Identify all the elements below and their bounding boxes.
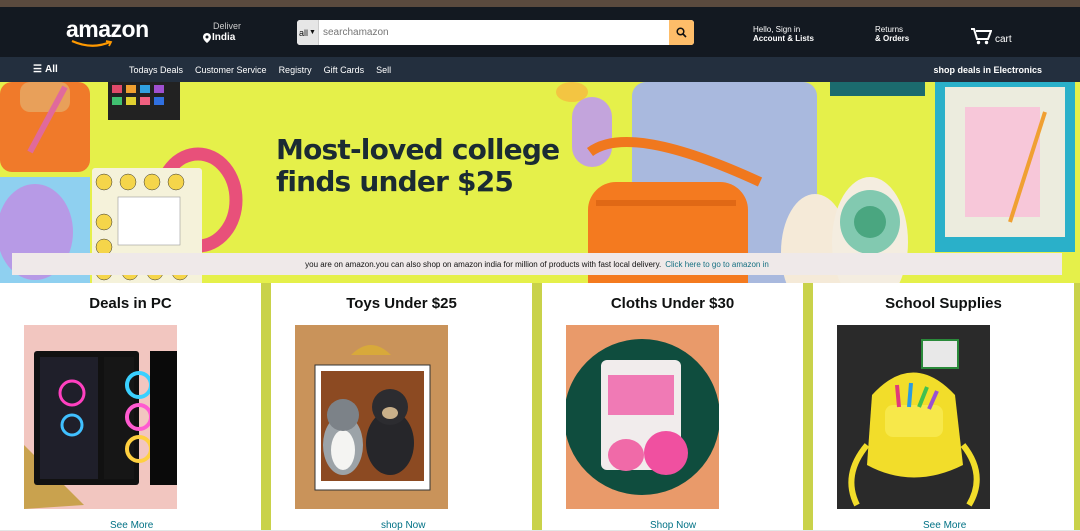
card-cloths-under-30: Cloths Under $30 Shop Now: [542, 283, 803, 531]
top-strip: [0, 0, 1080, 7]
card-title: Toys Under $25: [346, 295, 457, 312]
cards-row: Deals in PC See More Toys Under $25 shop…: [0, 283, 1080, 531]
notice-text: you are on amazon.you can also shop on a…: [305, 259, 662, 269]
card-gap: [803, 283, 813, 530]
account-menu[interactable]: Hello, Sign in Account & Lists: [753, 25, 814, 43]
subnav-link-todays-deals[interactable]: Todays Deals: [129, 65, 183, 75]
card-gap: [1074, 283, 1080, 530]
deliver-label: Deliver: [213, 21, 242, 31]
deliver-location: India: [212, 32, 236, 43]
subnav-promo-link[interactable]: shop deals in Electronics: [933, 65, 1042, 75]
card-link-see-more[interactable]: See More: [110, 520, 153, 531]
card-image-pc[interactable]: [24, 325, 177, 509]
search-input[interactable]: [319, 20, 669, 45]
subnav-link-customer-service[interactable]: Customer Service: [195, 65, 267, 75]
all-label: All: [44, 64, 58, 75]
card-title: School Supplies: [885, 295, 1002, 312]
yellow-backpack-image: [848, 339, 980, 507]
subnav-links: Todays Deals Customer Service Registry G…: [129, 65, 391, 75]
hero-title-line1: Most-loved college: [276, 133, 560, 166]
gaming-pc-image: [24, 351, 177, 509]
hero-title-line2: finds under $25: [276, 165, 514, 198]
cart-icon: [971, 28, 992, 45]
card-link-see-more[interactable]: See More: [923, 520, 966, 531]
cart-button[interactable]: cart: [970, 27, 1012, 45]
notice-link[interactable]: Click here to go to amazon in: [665, 260, 769, 269]
search-category-label: all: [299, 27, 309, 38]
card-title: Deals in PC: [89, 295, 172, 312]
returns-label: Returns: [875, 25, 904, 34]
card-gap: [261, 283, 271, 530]
returns-orders[interactable]: Returns & Orders: [875, 25, 909, 43]
search-icon: [676, 27, 687, 38]
logo-smile-icon: [71, 40, 113, 47]
all-menu-button[interactable]: ☰ All: [33, 64, 58, 75]
subnav-link-registry[interactable]: Registry: [279, 65, 312, 75]
top-navbar: amazon Deliver India all▼ Hello, Sign in…: [0, 7, 1080, 57]
card-gap: [532, 283, 542, 530]
card-toys-under-25: Toys Under $25 shop Now: [271, 283, 532, 531]
card-link-shop-now[interactable]: Shop Now: [650, 520, 696, 531]
plush-toys-image: [314, 345, 431, 491]
card-image-school[interactable]: [837, 325, 990, 509]
hero-title: Most-loved college finds under $25: [276, 133, 560, 198]
card-school-supplies: School Supplies See More: [813, 283, 1074, 531]
hamburger-icon: ☰: [33, 64, 42, 75]
location-pin-icon: [203, 32, 211, 43]
sub-navbar: ☰ All Todays Deals Customer Service Regi…: [0, 57, 1080, 82]
card-image-cloths[interactable]: [566, 325, 719, 509]
account-greeting: Hello, Sign in: [753, 25, 801, 34]
subnav-link-sell[interactable]: Sell: [376, 65, 391, 75]
card-deals-in-pc: Deals in PC See More: [0, 283, 261, 531]
deliver-to[interactable]: Deliver India: [203, 21, 241, 43]
search-button[interactable]: [669, 20, 694, 45]
card-title: Cloths Under $30: [610, 295, 735, 312]
card-link-shop-now[interactable]: shop Now: [381, 520, 425, 531]
card-image-toys[interactable]: [295, 325, 448, 509]
notice-bar: you are on amazon.you can also shop on a…: [12, 253, 1062, 275]
chevron-down-icon: ▼: [309, 29, 316, 36]
search-bar: all ▼: [297, 20, 694, 45]
account-lists: Account & Lists: [753, 34, 814, 43]
search-category-select[interactable]: all ▼: [297, 20, 319, 45]
orders-label: & Orders: [875, 34, 910, 43]
amazon-logo[interactable]: amazon: [66, 16, 149, 43]
makeup-blender-image: [566, 339, 719, 495]
subnav-link-gift-cards[interactable]: Gift Cards: [324, 65, 365, 75]
cart-label: cart: [995, 34, 1012, 45]
